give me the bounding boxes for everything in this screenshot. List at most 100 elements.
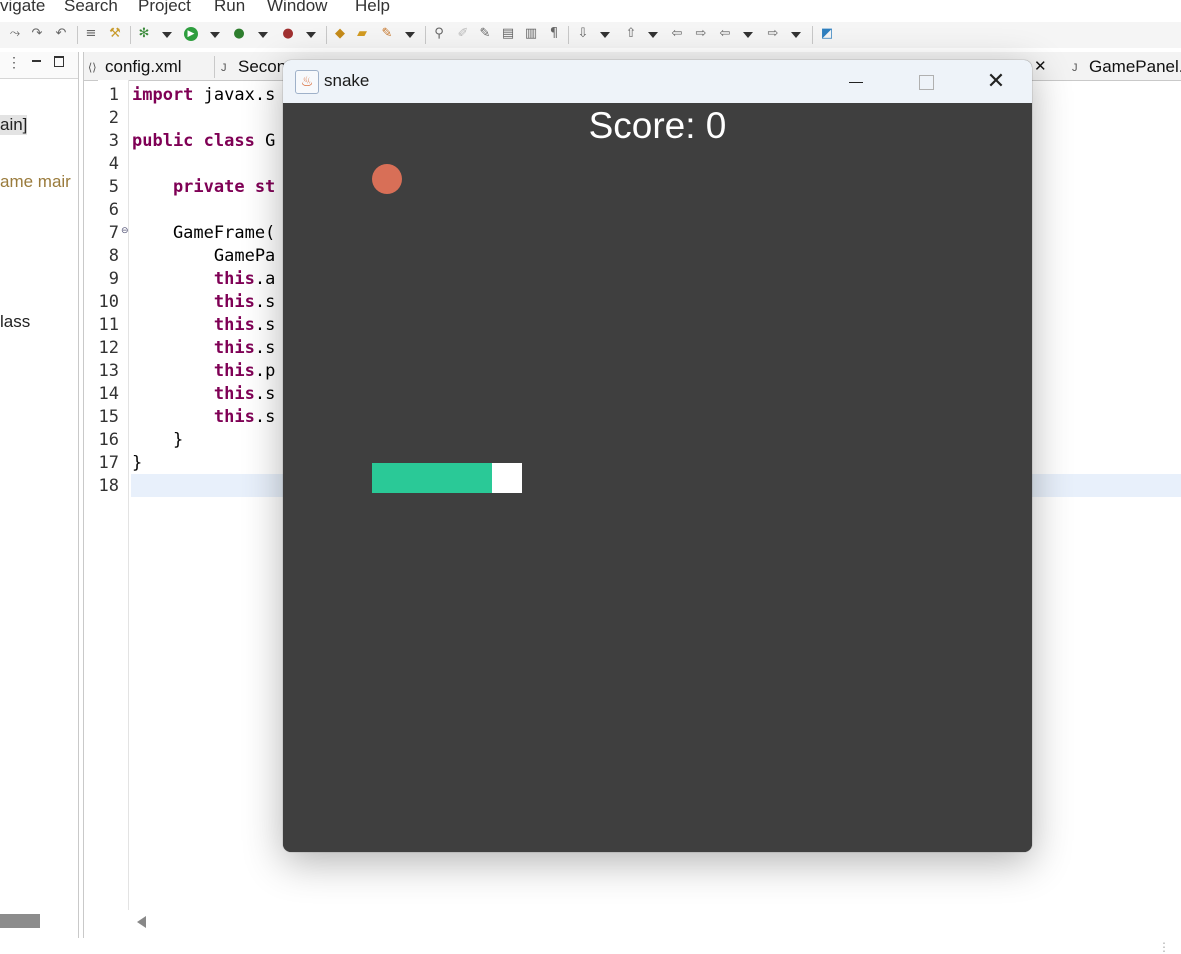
run-icon[interactable]: ▶ [184,27,198,41]
horizontal-scrollbar-thumb[interactable] [0,914,40,928]
code-line[interactable]: this.s [132,383,275,406]
previous-annotation-dropdown-icon[interactable] [648,32,658,38]
menu-project[interactable]: Project [138,0,191,16]
forward-icon[interactable]: ⇨ [766,27,780,41]
line-number: 11 [98,315,119,335]
code-line[interactable]: import javax.s [132,84,275,107]
tree-item-main[interactable]: ain] [0,115,28,135]
step-over-icon[interactable]: ↷ [30,27,44,41]
coverage-icon[interactable]: ● [232,27,246,41]
game-canvas[interactable]: Score: 0 [283,103,1032,852]
menu-bar: vigate Search Project Run Window Help [0,0,1181,18]
code-line[interactable]: } [132,452,142,475]
tab-gamepanel[interactable]: J GamePanel. [1072,54,1181,80]
line-number: 18 [98,476,119,496]
resize-grip-icon[interactable]: ⋮ [1158,940,1170,954]
menu-search[interactable]: Search [64,0,118,16]
scroll-left-arrow-icon[interactable] [137,916,146,928]
code-line[interactable]: GameFrame( [132,222,275,245]
panel-header: ⋮ [0,52,78,79]
tree-item-class[interactable]: lass [0,312,30,332]
mark-occurrences-icon[interactable]: ✎ [478,27,492,41]
build-icon[interactable]: ⚒ [108,27,122,41]
line-number: 10 [98,292,119,312]
line-number: 6 [108,200,119,220]
toggle-ant-icon[interactable]: ≡ [84,27,98,41]
line-number: 4 [108,154,119,174]
java-cup-icon: ♨ [295,70,319,94]
line-number: 7 [108,223,119,243]
menu-help[interactable]: Help [355,0,390,16]
view-menu-icon[interactable]: ⋮ [7,54,21,71]
search-dropdown-icon[interactable] [405,32,415,38]
xml-file-icon: ⟨⟩ [88,61,97,74]
annotation-icon[interactable]: ⚲ [432,27,446,41]
toolbar-separator [812,26,813,44]
last-edit-forward-icon[interactable]: ⇨ [694,27,708,41]
close-icon: ✕ [986,69,1006,94]
fold-collapse-icon[interactable]: ⊖ [121,226,129,236]
back-dropdown-icon[interactable] [743,32,753,38]
score-label: Score: 0 [588,105,727,146]
tab-close-icon[interactable]: ✕ [1034,54,1047,80]
word-wrap-icon[interactable]: ¶ [547,27,561,41]
line-number: 9 [108,269,119,289]
tab-label: GamePanel. [1089,57,1181,76]
maximize-view-icon[interactable] [54,56,64,67]
toolbar-separator [425,26,426,44]
menu-run[interactable]: Run [214,0,245,16]
last-edit-icon[interactable]: ✐ [456,27,470,41]
last-edit-location-icon[interactable]: ⇦ [670,27,684,41]
coverage-dropdown-icon[interactable] [258,32,268,38]
forward-dropdown-icon[interactable] [791,32,801,38]
external-tools-dropdown-icon[interactable] [306,32,316,38]
open-perspective-icon[interactable]: ◩ [820,27,834,41]
toolbar-separator [326,26,327,44]
minimize-button[interactable] [821,60,891,103]
code-line[interactable]: } [132,429,183,452]
search-icon[interactable]: ✎ [380,27,394,41]
code-line[interactable]: this.s [132,337,275,360]
snake-body-segment [462,463,492,493]
line-number: 5 [108,177,119,197]
maximize-button[interactable] [891,60,961,103]
minimize-view-icon[interactable] [32,60,41,62]
package-explorer-panel: ⋮ ain] ame mair lass [0,52,79,938]
tab-label: config.xml [105,57,182,76]
menu-window[interactable]: Window [267,0,327,16]
line-number: 1 [108,85,119,105]
code-line[interactable]: public class G [132,130,275,153]
open-type-icon[interactable]: ▰ [355,27,369,41]
debug-dropdown-icon[interactable] [162,32,172,38]
block-selection-icon[interactable]: ▤ [501,27,515,41]
new-java-project-icon[interactable]: ◆ [333,27,347,41]
code-line[interactable]: this.s [132,291,275,314]
code-line[interactable]: private st [132,176,275,199]
menu-navigate[interactable]: vigate [0,0,45,16]
debug-icon[interactable]: ✻ [137,27,151,41]
tree-item-main-method[interactable]: ame mair [0,172,71,192]
next-annotation-icon[interactable]: ⇩ [576,27,590,41]
previous-annotation-icon[interactable]: ⇧ [624,27,638,41]
code-line[interactable]: this.s [132,406,275,429]
next-annotation-dropdown-icon[interactable] [600,32,610,38]
window-title-bar[interactable]: ♨ snake ✕ [283,60,1032,103]
line-number: 13 [98,361,119,381]
skip-all-breakpoints-icon[interactable]: ⤳ [8,27,22,41]
tab-second[interactable]: J Secon [221,54,286,80]
tab-separator [214,56,215,78]
code-line[interactable]: GamePa [132,245,275,268]
code-line[interactable]: this.a [132,268,275,291]
java-file-icon: J [1072,61,1078,74]
show-whitespace-icon[interactable]: ▥ [524,27,538,41]
code-line[interactable]: this.p [132,360,275,383]
close-button[interactable]: ✕ [961,60,1031,103]
code-line[interactable]: this.s [132,314,275,337]
tab-config-xml[interactable]: ⟨⟩ config.xml [88,54,182,80]
back-icon[interactable]: ⇦ [718,27,732,41]
run-dropdown-icon[interactable] [210,32,220,38]
maximize-icon [918,75,934,90]
external-tools-icon[interactable]: ● [281,27,295,41]
line-number: 12 [98,338,119,358]
step-return-icon[interactable]: ↶ [54,27,68,41]
